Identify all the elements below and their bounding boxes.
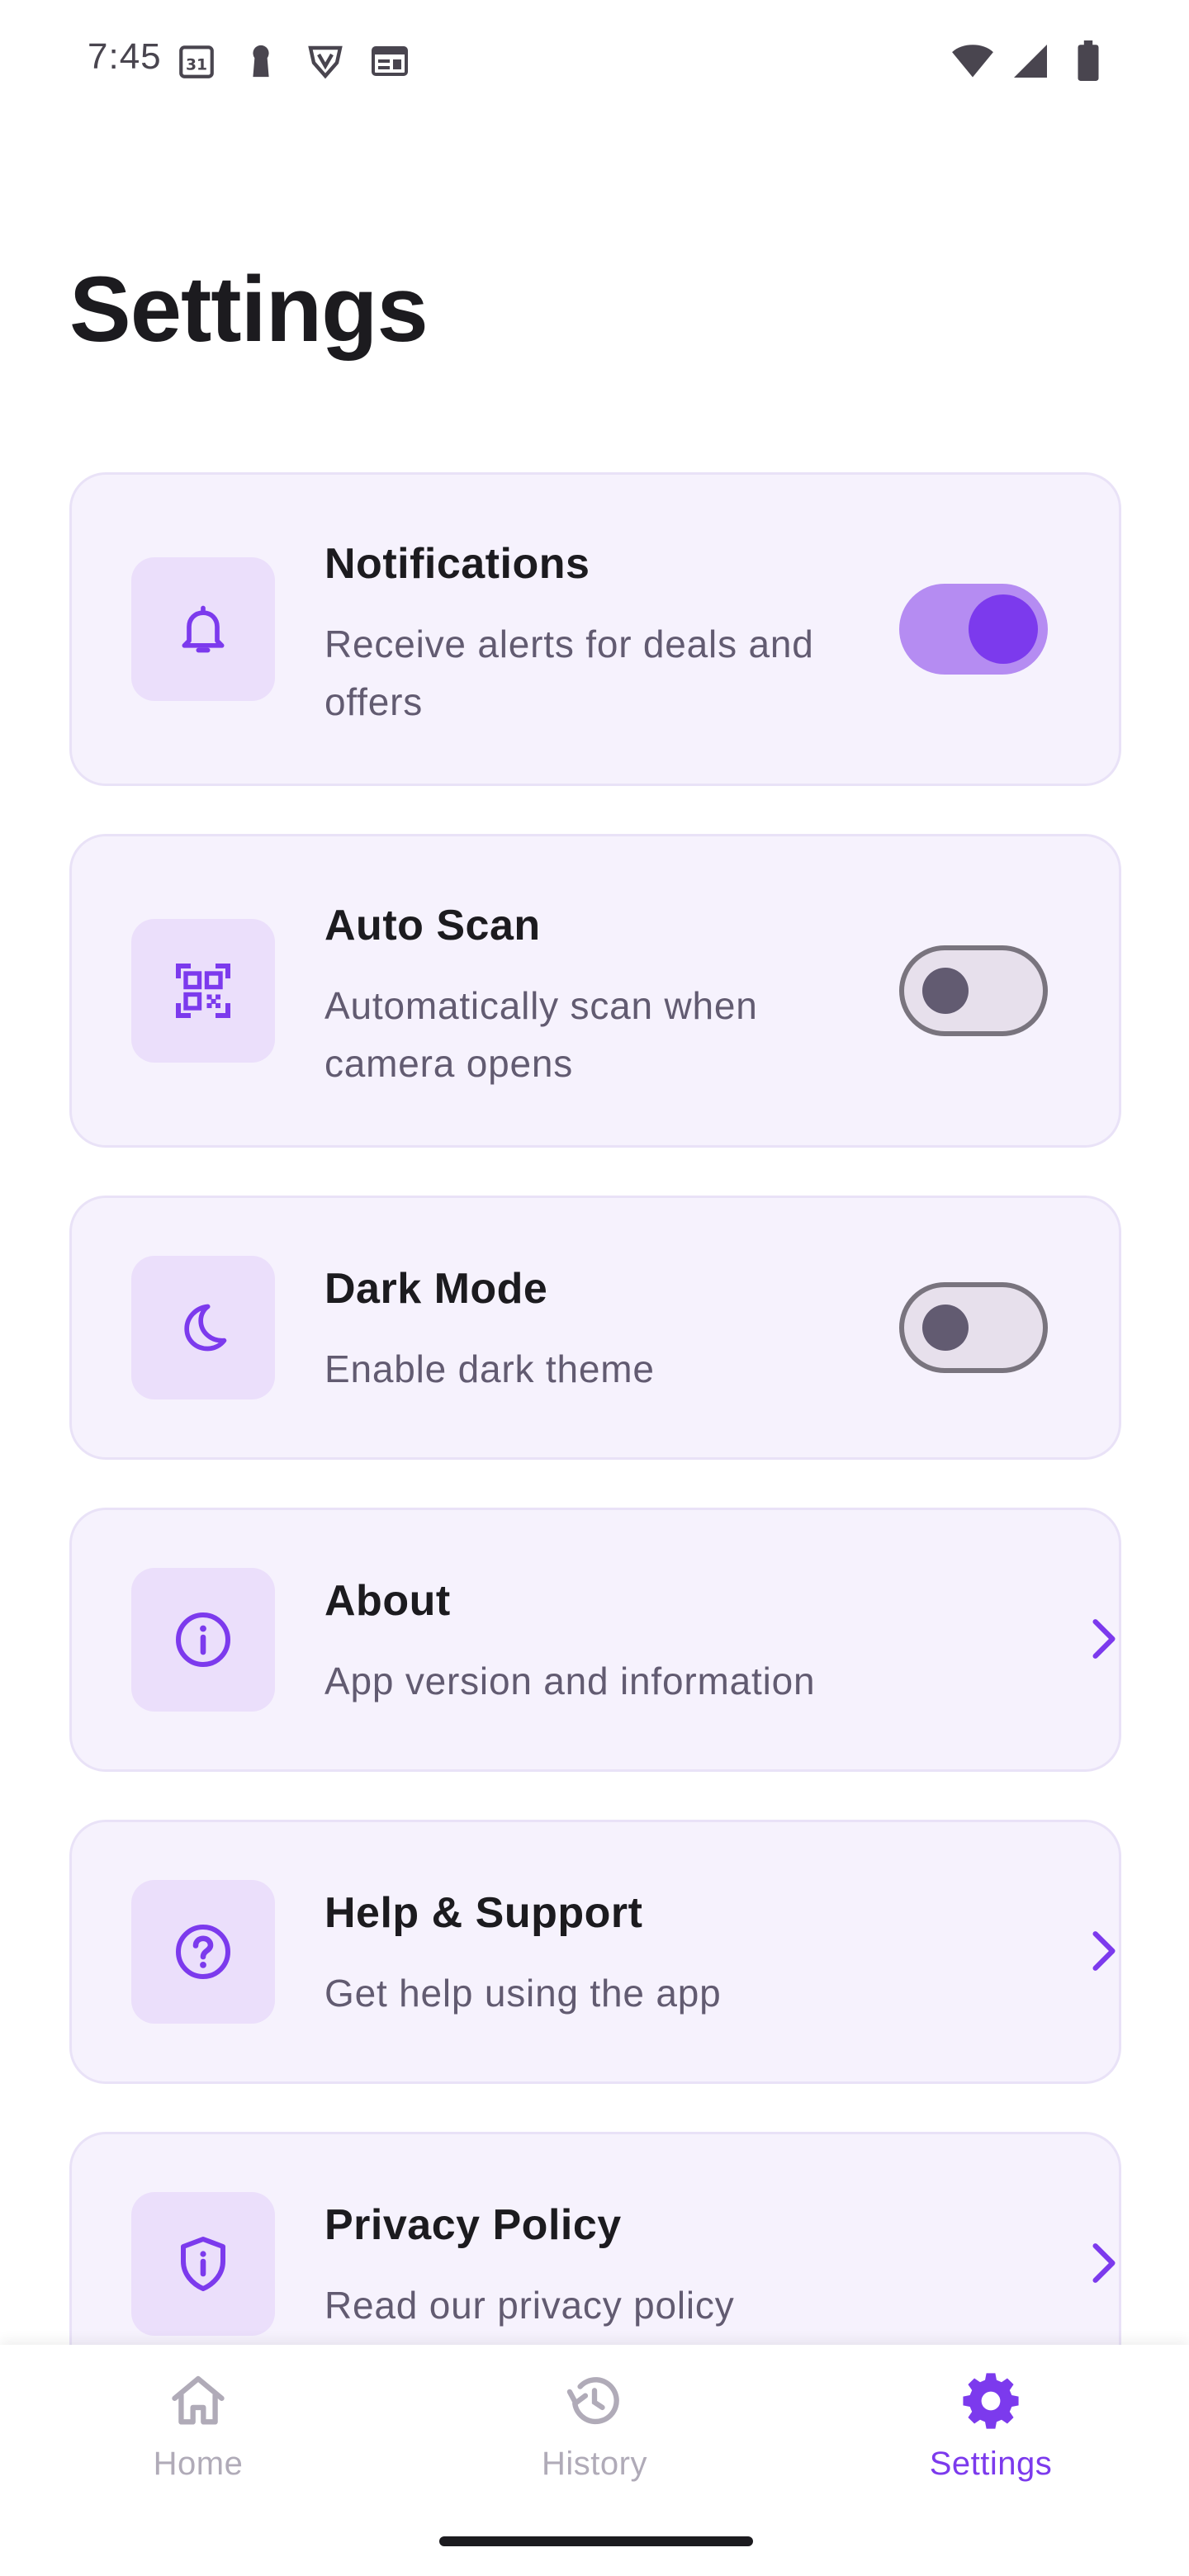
shield-info-icon-tile: [131, 2192, 275, 2336]
settings-item-title: Dark Mode: [324, 1265, 548, 1313]
moon-icon: [184, 1304, 227, 1352]
bell-icon-tile: [131, 557, 275, 701]
settings-item-notifications[interactable]: Notifications Receive alerts for deals a…: [69, 472, 1121, 786]
nav-item-home[interactable]: Home: [74, 2366, 322, 2507]
dark-mode-toggle[interactable]: [899, 1282, 1048, 1373]
info-icon: [176, 1612, 230, 1667]
settings-item-subtitle: Automatically scan when camera opens: [324, 984, 758, 1085]
settings-item-title: Privacy Policy: [324, 2201, 622, 2249]
settings-item-dark-mode[interactable]: Dark Mode Enable dark theme: [69, 1196, 1121, 1460]
qr-scan-icon: [176, 964, 230, 1018]
nav-item-settings[interactable]: Settings: [867, 2366, 1115, 2507]
toggle-thumb: [969, 594, 1038, 664]
home-indicator[interactable]: [439, 2536, 753, 2546]
battery-icon: [1067, 40, 1110, 83]
status-icons-left: 31: [175, 40, 411, 83]
signal-icon: [1009, 40, 1052, 83]
settings-item-title: Help & Support: [324, 1889, 643, 1937]
help-circle-icon: [176, 1925, 230, 1979]
settings-item-title: Auto Scan: [324, 902, 541, 949]
history-icon: [560, 2366, 629, 2436]
vpn-shield-icon: [304, 40, 347, 83]
notifications-toggle[interactable]: [899, 584, 1048, 675]
settings-item-subtitle: Receive alerts for deals and offers: [324, 623, 814, 723]
svg-text:31: 31: [186, 56, 207, 73]
status-icons-right: [951, 40, 1110, 83]
settings-item-subtitle: Read our privacy policy: [324, 2284, 735, 2327]
settings-item-about[interactable]: About App version and information: [69, 1508, 1121, 1772]
page-title: Settings: [69, 258, 429, 361]
settings-item-help-support[interactable]: Help & Support Get help using the app: [69, 1820, 1121, 2084]
settings-item-title: About: [324, 1577, 451, 1625]
status-time: 7:45: [88, 36, 162, 77]
shield-info-icon: [181, 2237, 225, 2291]
qr-scan-icon-tile: [131, 919, 275, 1063]
chevron-right-icon: [1082, 1617, 1125, 1660]
toggle-thumb: [922, 1305, 969, 1351]
keyhole-icon: [239, 40, 282, 83]
auto-scan-toggle[interactable]: [899, 945, 1048, 1036]
settings-item-subtitle: Enable dark theme: [324, 1347, 655, 1390]
settings-item-subtitle: Get help using the app: [324, 1972, 722, 2015]
toggle-thumb: [922, 968, 969, 1014]
settings-item-auto-scan[interactable]: Auto Scan Automatically scan when camera…: [69, 834, 1121, 1148]
wifi-icon: [951, 40, 994, 83]
settings-item-subtitle: App version and information: [324, 1660, 816, 1702]
calendar-31-icon: 31: [175, 40, 218, 83]
status-bar: 7:45 31: [0, 0, 1189, 116]
gear-icon: [956, 2366, 1026, 2436]
info-icon-tile: [131, 1568, 275, 1712]
bell-icon: [182, 605, 225, 653]
newspaper-icon: [368, 40, 411, 83]
home-icon: [163, 2366, 233, 2436]
chevron-right-icon: [1082, 1930, 1125, 1972]
nav-label-home: Home: [153, 2446, 244, 2482]
settings-item-title: Notifications: [324, 540, 590, 588]
nav-item-history[interactable]: History: [471, 2366, 718, 2507]
nav-label-history: History: [542, 2446, 647, 2482]
nav-label-settings: Settings: [929, 2446, 1053, 2482]
help-circle-icon-tile: [131, 1880, 275, 2024]
chevron-right-icon: [1082, 2242, 1125, 2285]
moon-icon-tile: [131, 1256, 275, 1399]
